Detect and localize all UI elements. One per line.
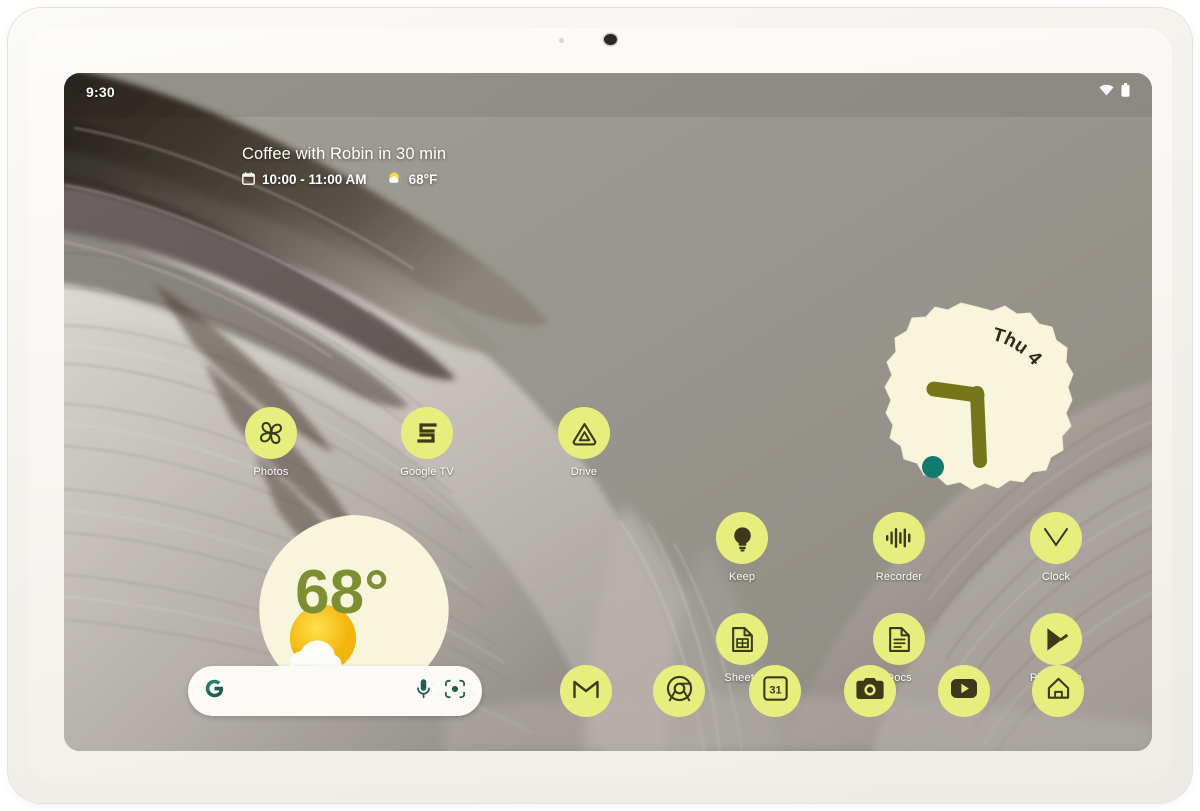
sheets-doc-icon: [731, 626, 754, 653]
app-photos[interactable]: Photos: [226, 407, 316, 478]
status-bar[interactable]: 9:30: [64, 73, 1152, 111]
dock-app-camera[interactable]: [844, 665, 896, 717]
dock-app-youtube[interactable]: [938, 665, 990, 717]
front-camera-icon: [604, 34, 617, 45]
calendar-31-icon: 31: [762, 676, 788, 706]
tablet-device: 9:30 Coffee with Robin in 30 min 10:00 -…: [8, 8, 1192, 803]
app-tile-google-tv[interactable]: [401, 407, 453, 459]
clock-widget-dot: [922, 456, 944, 478]
dock: 31: [64, 663, 1152, 725]
weather-widget-temperature: 68°: [295, 558, 389, 627]
app-clock[interactable]: Clock: [1011, 512, 1101, 583]
app-tile-keep[interactable]: [716, 512, 768, 564]
youtube-icon: [950, 678, 978, 704]
chrome-icon: [666, 675, 693, 707]
app-keep[interactable]: Keep: [697, 512, 787, 583]
status-bar-time: 9:30: [86, 84, 115, 100]
at-a-glance-widget[interactable]: Coffee with Robin in 30 min 10:00 - 11:0…: [242, 145, 446, 188]
google-tv-icon: [414, 420, 440, 446]
app-label-keep: Keep: [728, 571, 756, 583]
camera-icon: [856, 677, 884, 705]
keep-bulb-icon: [730, 525, 755, 552]
app-label-photos: Photos: [253, 466, 289, 478]
dock-app-calendar[interactable]: 31: [749, 665, 801, 717]
wifi-icon: [1099, 83, 1114, 101]
sun-cloud-icon: [387, 171, 402, 188]
home-house-icon: [1046, 676, 1071, 706]
play-store-icon: [1043, 626, 1069, 653]
app-google-tv[interactable]: Google TV: [382, 407, 472, 478]
at-a-glance-title: Coffee with Robin in 30 min: [242, 145, 447, 163]
gmail-m-icon: [572, 678, 600, 705]
app-label-recorder: Recorder: [875, 571, 923, 583]
microphone-icon[interactable]: [415, 678, 432, 705]
app-tile-docs[interactable]: [873, 613, 925, 665]
google-lens-icon[interactable]: [444, 679, 466, 704]
app-tile-drive[interactable]: [558, 407, 610, 459]
at-a-glance-temperature: 68°F: [408, 172, 438, 187]
photos-pinwheel-icon: [257, 419, 285, 447]
at-a-glance-subtitle: 10:00 - 11:00 AM 68°F: [242, 171, 446, 188]
at-a-glance-time-range: 10:00 - 11:00 AM: [262, 172, 367, 187]
app-label-drive: Drive: [570, 466, 598, 478]
dock-app-chrome[interactable]: [653, 665, 705, 717]
app-tile-sheets[interactable]: [716, 613, 768, 665]
svg-text:31: 31: [769, 685, 781, 697]
battery-icon: [1121, 82, 1130, 102]
search-input[interactable]: [225, 666, 415, 716]
clock-face-icon: [1042, 527, 1070, 549]
app-tile-clock[interactable]: [1030, 512, 1082, 564]
app-tile-photos[interactable]: [245, 407, 297, 459]
status-bar-icons: [1099, 82, 1130, 102]
app-drive[interactable]: Drive: [539, 407, 629, 478]
drive-triangle-icon: [571, 421, 598, 446]
recorder-waveform-icon: [885, 526, 913, 550]
dock-app-gmail[interactable]: [560, 665, 612, 717]
app-recorder[interactable]: Recorder: [854, 512, 944, 583]
search-actions: [415, 678, 466, 705]
analog-clock-widget[interactable]: Thu 4: [876, 301, 1078, 499]
google-search-bar[interactable]: [188, 666, 482, 716]
app-label-google-tv: Google TV: [400, 466, 454, 478]
docs-doc-icon: [888, 626, 911, 653]
google-g-icon: [204, 678, 225, 704]
app-label-clock: Clock: [1041, 571, 1071, 583]
app-tile-play-store[interactable]: [1030, 613, 1082, 665]
app-tile-recorder[interactable]: [873, 512, 925, 564]
ambient-light-sensor-icon: [559, 38, 564, 43]
dock-app-home[interactable]: [1032, 665, 1084, 717]
tablet-screen[interactable]: 9:30 Coffee with Robin in 30 min 10:00 -…: [64, 73, 1152, 751]
calendar-icon: [242, 171, 255, 188]
